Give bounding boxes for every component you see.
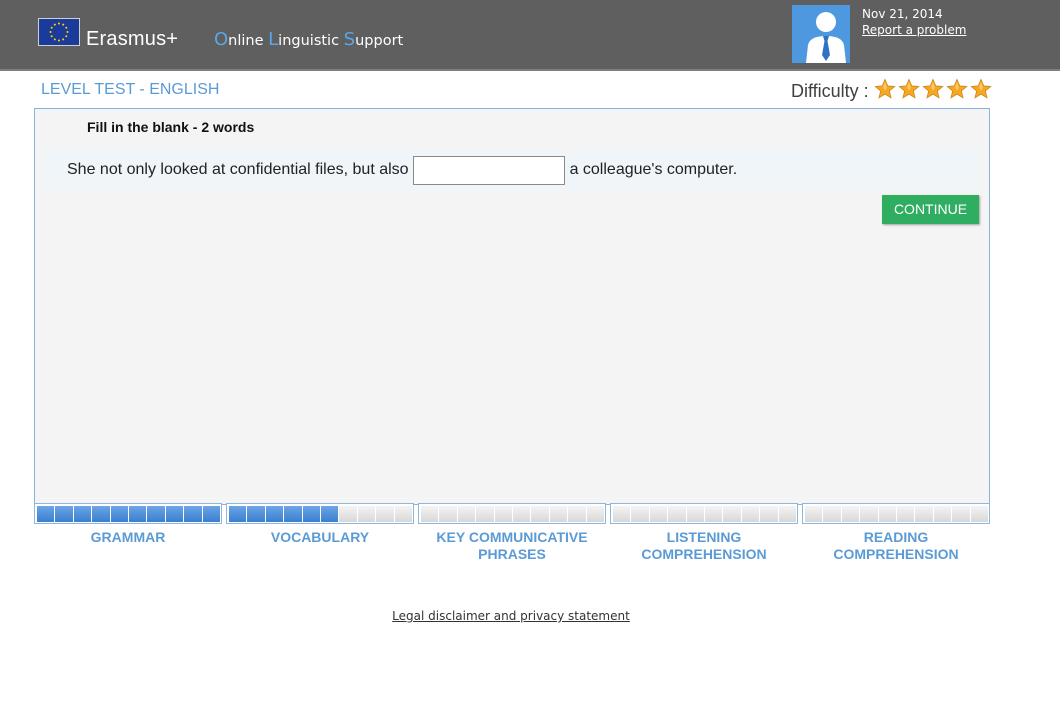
ols-cap-s: S: [343, 29, 356, 50]
progress-segment: [841, 506, 860, 522]
site-header: Erasmus+ Online Linguistic Support Nov 2…: [0, 0, 1060, 71]
progress-segment: [357, 506, 376, 522]
header-date: Nov 21, 2014: [862, 7, 943, 21]
ols-rest-2: inguistic: [278, 33, 344, 49]
progress-segment: [457, 506, 476, 522]
question-instruction: Fill in the blank - 2 words: [87, 119, 255, 135]
progress-segment: [860, 506, 878, 522]
section-label-line: GRAMMAR: [90, 529, 166, 545]
progress-segment: [439, 506, 457, 522]
ols-rest-3: upport: [355, 33, 404, 49]
progress-segment: [55, 506, 73, 522]
progress-segment: [394, 506, 413, 522]
progress-segment: [165, 506, 184, 522]
progress-segment: [202, 506, 221, 522]
progress-segment: [897, 506, 915, 522]
ols-brand: Online Linguistic Support: [214, 28, 403, 53]
progress-segment: [531, 506, 549, 522]
report-problem-link[interactable]: Report a problem: [862, 22, 966, 38]
question-sentence: She not only looked at confidential file…: [45, 150, 978, 190]
progress-segment: [649, 506, 668, 522]
star-icon: [874, 78, 896, 99]
progress-segment: [73, 506, 92, 522]
section-label-line: READING: [863, 529, 929, 545]
progress-segment: [229, 506, 247, 522]
progress-segment: [823, 506, 841, 522]
section-label-3: LISTENING COMPREHENSION: [608, 529, 800, 563]
question-panel: Fill in the blank - 2 words She not only…: [34, 108, 990, 505]
progress-segment: [970, 506, 989, 522]
progress-segment: [915, 506, 933, 522]
sentence-after: a colleague's computer.: [569, 161, 738, 178]
user-avatar-icon[interactable]: [792, 5, 850, 63]
star-icon: [970, 78, 992, 99]
progress-segment: [686, 506, 705, 522]
progress-segment: [778, 506, 797, 522]
progress-segment: [613, 506, 631, 522]
eu-flag-icon: [38, 18, 80, 46]
erasmus-logo-text: Erasmus+: [86, 28, 179, 50]
answer-input[interactable]: [412, 155, 565, 185]
progress-segment: [129, 506, 147, 522]
progress-segment: [933, 506, 952, 522]
continue-button[interactable]: CONTINUE: [882, 195, 979, 224]
progress-segment: [631, 506, 649, 522]
section-label-line: PHRASES: [478, 546, 546, 562]
progress-segment: [760, 506, 778, 522]
difficulty-stars: [874, 78, 994, 104]
progress-segment: [147, 506, 165, 522]
ols-rest-1: nline: [228, 33, 269, 49]
progress-segment: [705, 506, 723, 522]
progress-segment: [513, 506, 531, 522]
progress-bar-3: [610, 503, 798, 524]
difficulty-label: Difficulty :: [791, 81, 869, 101]
progress-segment: [321, 506, 339, 522]
progress-segment: [476, 506, 494, 522]
progress-segment: [110, 506, 129, 522]
progress-segment: [668, 506, 686, 522]
section-label-line: VOCABULARY: [270, 529, 370, 545]
section-label-4: READING COMPREHENSION: [800, 529, 992, 563]
progress-segment: [339, 506, 357, 522]
progress-segment: [878, 506, 897, 522]
star-icon: [898, 78, 920, 99]
difficulty-rating: Difficulty :: [791, 78, 994, 104]
progress-segment: [284, 506, 302, 522]
section-label-line: COMPREHENSION: [641, 546, 767, 562]
star-icon: [946, 78, 968, 99]
progress-segment: [952, 506, 970, 522]
progress-segment: [92, 506, 110, 522]
progress-segment: [805, 506, 823, 522]
progress-segment: [37, 506, 55, 522]
progress-bar-0: [34, 503, 222, 524]
progress-bar-2: [418, 503, 606, 524]
progress-segment: [568, 506, 586, 522]
progress-segment: [494, 506, 513, 522]
section-label-2: KEY COMMUNICATIVE PHRASES: [416, 529, 608, 563]
section-label-0: GRAMMAR: [32, 529, 224, 546]
progress-segment: [247, 506, 265, 522]
progress-segment: [302, 506, 321, 522]
progress-segment: [421, 506, 439, 522]
progress-segment: [376, 506, 394, 522]
ols-cap-l: L: [268, 29, 279, 50]
progress-bar-4: [802, 503, 990, 524]
section-label-line: COMPREHENSION: [833, 546, 959, 562]
legal-disclaimer-link[interactable]: Legal disclaimer and privacy statement: [0, 608, 1022, 624]
progress-segment: [741, 506, 760, 522]
progress-segment: [586, 506, 605, 522]
ols-cap-o: O: [214, 29, 229, 50]
progress-bar-1: [226, 503, 414, 524]
progress-segment: [723, 506, 741, 522]
progress-segment: [549, 506, 568, 522]
star-icon: [922, 78, 944, 99]
sentence-before: She not only looked at confidential file…: [67, 161, 409, 178]
section-label-1: VOCABULARY: [224, 529, 416, 546]
progress-segment: [265, 506, 284, 522]
progress-segment: [184, 506, 202, 522]
page-title: LEVEL TEST - ENGLISH: [41, 81, 220, 98]
section-label-line: LISTENING: [666, 529, 742, 545]
section-label-line: KEY COMMUNICATIVE: [436, 529, 588, 545]
